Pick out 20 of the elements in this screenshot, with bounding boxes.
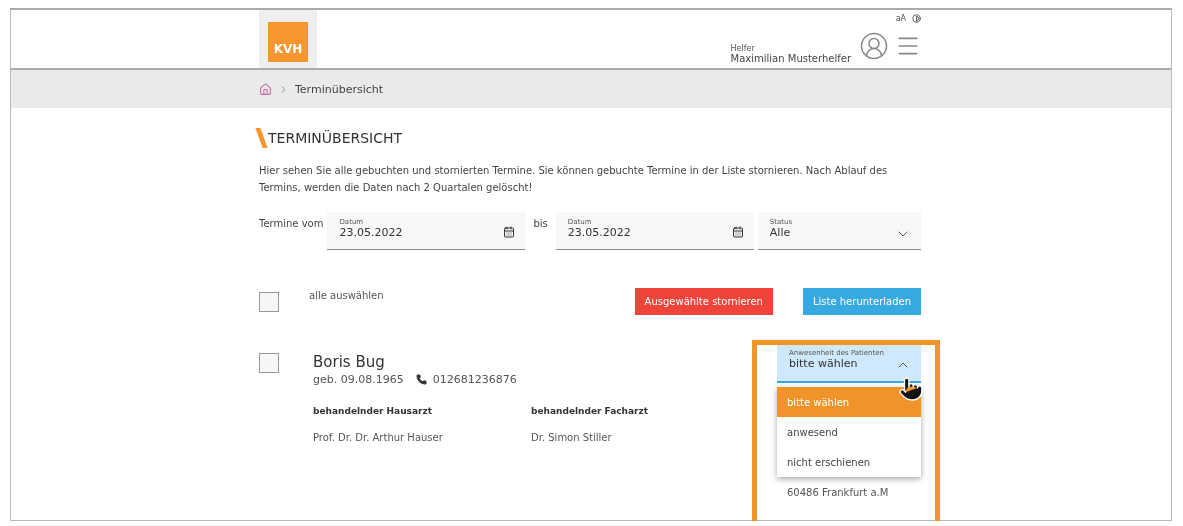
page-title: TERMINÜBERSICHT <box>268 130 403 146</box>
from-label: Termine vom <box>259 218 324 229</box>
text-size-toggle[interactable]: aA <box>895 14 906 23</box>
cancel-selected-button[interactable]: Ausgewählte stornieren <box>634 288 773 315</box>
patient-address: 60486 Frankfurt a.M <box>786 487 890 498</box>
birth-date: geb. 09.08.1965 <box>313 373 404 386</box>
select-all-label: alle auswählen <box>309 290 384 301</box>
gp-name: Prof. Dr. Dr. Arthur Hauser <box>313 432 444 443</box>
user-role: Helfer <box>730 44 756 53</box>
breadcrumb-current: Terminübersicht <box>295 82 384 96</box>
gp-label: behandelnder Hausarzt <box>313 406 433 416</box>
specialist-label: behandelnder Facharzt <box>531 406 650 416</box>
dropdown-option[interactable]: anwesend <box>777 417 921 447</box>
specialist-name: Dr. Simon Stiller <box>531 432 613 443</box>
dropdown-option[interactable]: nicht erschienen <box>777 447 921 477</box>
patient-name: Boris Bug <box>313 353 386 371</box>
to-label: bis <box>533 218 548 229</box>
phone-number: 012681236876 <box>432 373 517 386</box>
intro-text: Hier sehen Sie alle gebuchten und stornierten Termine. Sie können gebuchte Termine in der Liste stornieren. Nach Ablauf des Termins, werden die Daten nach 2 Quartalen gelöscht! <box>259 164 889 195</box>
user-name: Maximilian Musterhelfer <box>730 53 851 64</box>
